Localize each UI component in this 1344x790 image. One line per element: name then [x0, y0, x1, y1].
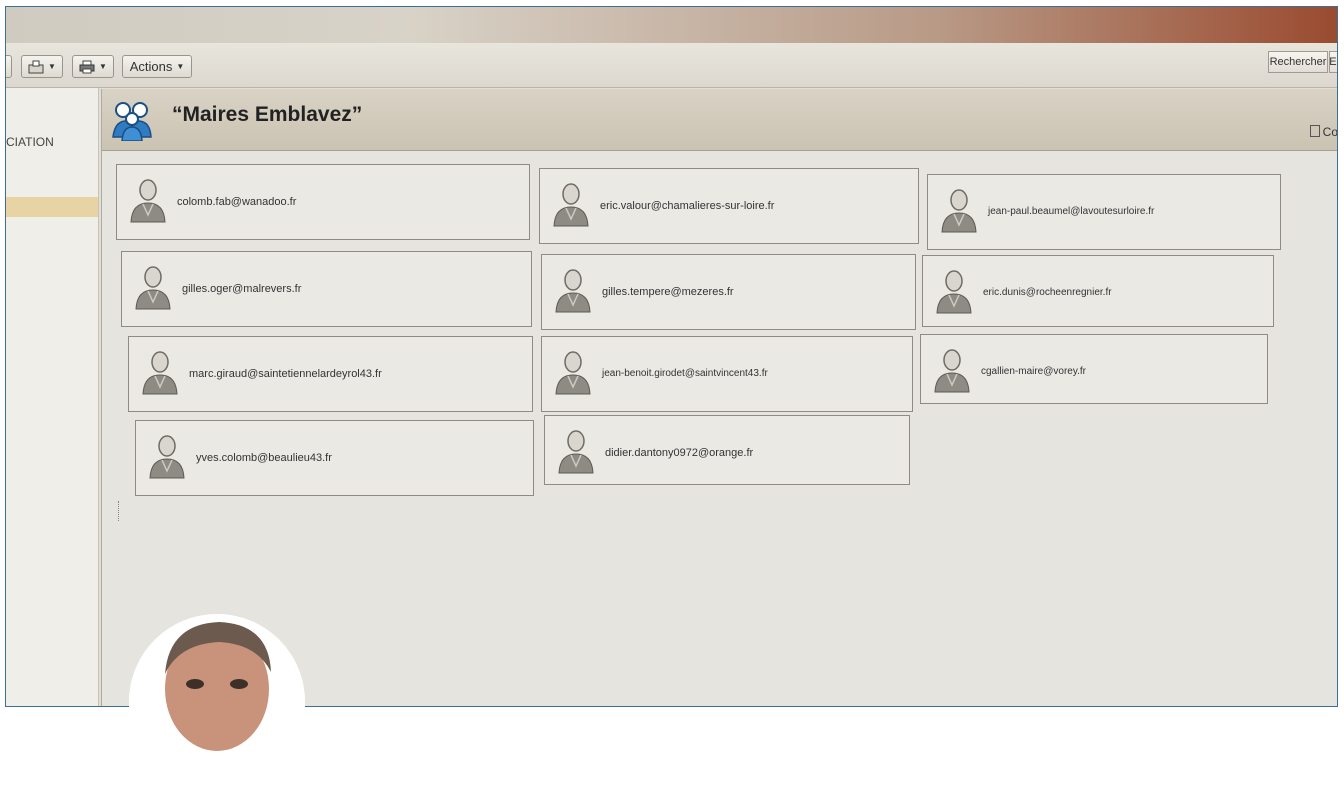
contact-card[interactable]: cgallien-maire@vorey.fr	[920, 334, 1268, 404]
actions-label: Actions	[129, 59, 173, 74]
contact-email: gilles.oger@malrevers.fr	[182, 283, 302, 295]
person-silhouette-icon	[553, 183, 589, 227]
contact-email: eric.dunis@rocheenregnier.fr	[983, 287, 1112, 298]
person-silhouette-icon	[135, 266, 171, 310]
contact-card[interactable]: gilles.oger@malrevers.fr	[121, 251, 532, 327]
document-icon	[1309, 125, 1320, 137]
contact-card[interactable]: jean-benoit.girodet@saintvincent43.fr	[541, 336, 913, 412]
contact-card[interactable]: eric.valour@chamalieres-sur-loire.fr	[539, 168, 919, 244]
print-button[interactable]: ▼	[72, 55, 114, 78]
contacts-area: colomb.fab@wanadoo.fr eric.valour@chamal…	[102, 151, 1337, 706]
chevron-down-icon: ▼	[48, 62, 56, 71]
window-top-band	[6, 7, 1337, 43]
application-window: ▼ ▼ Actions ▼ Rechercher En 6 c CIATION	[5, 6, 1338, 707]
en-button[interactable]: En	[1329, 51, 1337, 73]
contact-email: yves.colomb@beaulieu43.fr	[196, 452, 332, 464]
people-group-icon	[112, 102, 152, 141]
profile-photo	[129, 614, 305, 790]
person-silhouette-icon	[142, 351, 178, 395]
person-silhouette-icon	[558, 430, 594, 474]
contact-email: jean-paul.beaumel@lavoutesurloire.fr	[988, 206, 1155, 217]
contact-email: marc.giraud@saintetiennelardeyrol43.fr	[189, 368, 382, 380]
person-silhouette-icon	[936, 270, 972, 314]
contact-card[interactable]: jean-paul.beaumel@lavoutesurloire.fr	[927, 174, 1281, 250]
contact-card[interactable]: gilles.tempere@mezeres.fr	[541, 254, 916, 330]
printer-icon	[79, 60, 95, 73]
sidebar-selected-item[interactable]	[6, 197, 98, 217]
group-title: “Maires Emblavez”	[172, 103, 363, 126]
search-label: Rechercher	[1269, 56, 1327, 68]
contact-email: didier.dantony0972@orange.fr	[605, 447, 754, 459]
contact-email: gilles.tempere@mezeres.fr	[602, 286, 734, 298]
splitter-handle[interactable]	[118, 501, 122, 521]
search-button[interactable]: Rechercher	[1268, 51, 1328, 73]
actions-button[interactable]: Actions ▼	[122, 55, 192, 78]
contact-email: jean-benoit.girodet@saintvincent43.fr	[602, 368, 768, 379]
contact-card-button[interactable]: ▼	[21, 55, 63, 78]
contact-card[interactable]: marc.giraud@saintetiennelardeyrol43.fr	[128, 336, 533, 412]
person-silhouette-icon	[555, 269, 591, 313]
contact-card[interactable]: yves.colomb@beaulieu43.fr	[135, 420, 534, 496]
person-photo-icon	[129, 614, 305, 790]
group-panel: “Maires Emblavez” Co colomb.fab@wanadoo.…	[101, 89, 1338, 706]
co-link[interactable]: Co	[1309, 125, 1338, 139]
person-silhouette-icon	[130, 179, 166, 223]
contact-card[interactable]: eric.dunis@rocheenregnier.fr	[922, 255, 1274, 327]
contact-card-icon	[28, 60, 44, 73]
en-label: En	[1329, 56, 1337, 68]
contact-card[interactable]: colomb.fab@wanadoo.fr	[116, 164, 530, 240]
person-silhouette-icon	[934, 349, 970, 393]
sidebar-item-association[interactable]: CIATION	[6, 135, 54, 149]
contact-card[interactable]: didier.dantony0972@orange.fr	[544, 415, 910, 485]
group-header: “Maires Emblavez” Co	[102, 89, 1338, 151]
person-silhouette-icon	[149, 435, 185, 479]
toolbar-left-button[interactable]	[6, 55, 12, 78]
co-label: Co	[1322, 125, 1338, 139]
toolbar: ▼ ▼ Actions ▼ Rechercher En 6 c	[6, 43, 1337, 100]
person-silhouette-icon	[555, 351, 591, 395]
contact-email: colomb.fab@wanadoo.fr	[177, 196, 297, 208]
contact-email: cgallien-maire@vorey.fr	[981, 366, 1086, 377]
contact-email: eric.valour@chamalieres-sur-loire.fr	[600, 200, 775, 212]
chevron-down-icon: ▼	[176, 62, 185, 71]
sidebar: CIATION	[6, 88, 99, 706]
person-silhouette-icon	[941, 189, 977, 233]
chevron-down-icon: ▼	[99, 62, 107, 71]
